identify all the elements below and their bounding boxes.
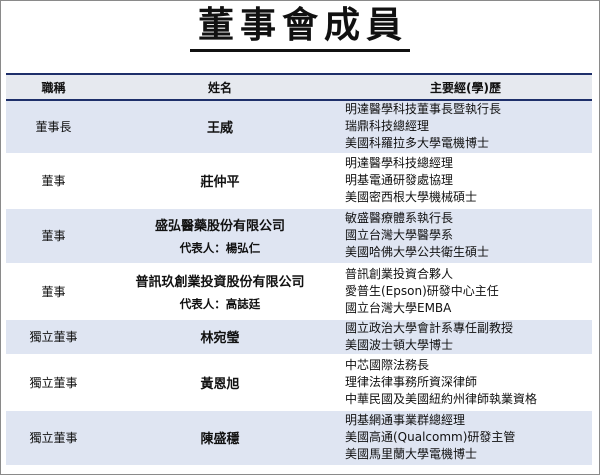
member-experience: 中芯國際法務長理律法律事務所資深律師中華民國及美國紐約州律師執業資格	[339, 354, 592, 411]
member-representative: 代表人：高誌廷	[179, 296, 261, 311]
member-experience: 明達醫學科技董事長暨執行長 瑞鼎科技總經理美國科羅拉多大學電機博士	[339, 100, 592, 154]
experience-line: 明達醫學科技董事長暨執行長	[345, 102, 502, 117]
experience-line: 美國馬里蘭大學電機博士	[345, 447, 478, 461]
member-role: 董事長	[6, 100, 101, 154]
table-row: 獨立董事 林宛瑩 國立政治大學會計系專任副教授 美國波士頓大學博士	[6, 319, 592, 355]
table-header-row: 職稱 姓名 主要經(學)歷	[6, 73, 592, 101]
experience-line: 國立台灣大學EMBA	[345, 300, 452, 315]
table-row: 董事 莊仲平 明達醫學科技總經理 明基電通研發處協理美國密西根大學機械碩士	[6, 153, 592, 209]
table-row: 獨立董事 陳盛穩 明基網通事業群總經理美國高通(Qualcomm)研發主管 美國馬里蘭…	[6, 410, 592, 466]
member-representative: 代表人：楊弘仁	[179, 241, 261, 255]
member-role: 獨立董事	[6, 319, 101, 355]
member-name-cell: 林宛瑩	[101, 319, 339, 355]
experience-line: 美國科羅拉多大學電機博士	[345, 136, 490, 151]
experience-line: 明基電通研發處協理	[345, 173, 454, 187]
member-name: 盛弘醫藥股份有限公司	[154, 219, 285, 234]
member-name: 陳盛穩	[200, 432, 240, 447]
member-name: 林宛瑩	[200, 331, 240, 346]
member-role: 董事	[6, 153, 101, 209]
member-name-cell: 王威	[101, 100, 339, 154]
experience-line: 愛普生(Epson)研發中心主任	[345, 283, 499, 298]
member-name: 普訊玖創業投資股份有限公司	[135, 274, 305, 290]
experience-line: 國立台灣大學醫學系	[345, 228, 454, 242]
member-name-cell: 普訊玖創業投資股份有限公司 代表人：高誌廷	[101, 263, 339, 320]
member-name-cell: 莊仲平	[101, 153, 339, 209]
member-role: 董事	[6, 263, 101, 320]
member-name: 王威	[206, 121, 233, 137]
table-row: 獨立董事 黃恩旭 中芯國際法務長理律法律事務所資深律師中華民國及美國紐約州律師執業資…	[6, 354, 592, 411]
member-experience: 國立政治大學會計系專任副教授 美國波士頓大學博士	[339, 319, 592, 355]
member-name-cell: 黃恩旭	[101, 354, 339, 411]
member-experience: 普訊創業投資合夥人愛普生(Epson)研發中心主任 國立台灣大學EMBA	[339, 263, 592, 320]
experience-line: 美國高通(Qualcomm)研發主管	[345, 430, 516, 444]
header-name: 姓名	[101, 73, 339, 101]
header-role: 職稱	[6, 73, 101, 101]
experience-line: 中芯國際法務長	[345, 357, 430, 372]
member-name: 黃恩旭	[200, 376, 240, 392]
member-name: 莊仲平	[200, 175, 240, 190]
table-body: 董事長 王威 明達醫學科技董事長暨執行長 瑞鼎科技總經理美國科羅拉多大學電機博士董事 莊…	[6, 100, 592, 466]
board-members-table: 職稱 姓名 主要經(學)歷 董事長 王威 明達醫學科技董事長暨執行長 瑞鼎科技總經理美…	[6, 73, 592, 466]
experience-line: 明基網通事業群總經理	[345, 413, 466, 427]
member-experience: 明達醫學科技總經理 明基電通研發處協理美國密西根大學機械碩士	[339, 153, 592, 209]
table-row: 董事長 王威 明達醫學科技董事長暨執行長 瑞鼎科技總經理美國科羅拉多大學電機博士	[6, 100, 592, 154]
member-name-cell: 陳盛穩	[101, 410, 339, 466]
table-row: 董事 盛弘醫藥股份有限公司 代表人：楊弘仁 敏盛醫療體系執行長 國立台灣大學醫學系 美國哈…	[6, 208, 592, 264]
experience-line: 明達醫學科技總經理	[345, 156, 454, 170]
member-role: 獨立董事	[6, 410, 101, 466]
experience-line: 美國密西根大學機械碩士	[345, 190, 478, 204]
experience-line: 美國哈佛大學公共衛生碩士	[345, 245, 490, 259]
experience-line: 中華民國及美國紐約州律師執業資格	[345, 391, 538, 406]
experience-line: 理律法律事務所資深律師	[345, 374, 478, 389]
member-experience: 明基網通事業群總經理美國高通(Qualcomm)研發主管 美國馬里蘭大學電機博士	[339, 410, 592, 466]
table-row: 董事 普訊玖創業投資股份有限公司 代表人：高誌廷 普訊創業投資合夥人 愛普生(Epson…	[6, 263, 592, 320]
experience-line: 普訊創業投資合夥人	[345, 266, 454, 281]
experience-line: 敏盛醫療體系執行長	[345, 211, 454, 225]
member-role: 董事	[6, 208, 101, 264]
member-role: 獨立董事	[6, 354, 101, 411]
experience-line: 國立政治大學會計系專任副教授	[345, 320, 514, 335]
page-title: 董事會成員	[189, 4, 410, 52]
member-name-cell: 盛弘醫藥股份有限公司 代表人：楊弘仁	[101, 208, 339, 264]
experience-line: 瑞鼎科技總經理	[345, 119, 430, 134]
member-experience: 敏盛醫療體系執行長 國立台灣大學醫學系美國哈佛大學公共衛生碩士	[339, 208, 592, 264]
title-container: 董事會成員	[0, 4, 600, 52]
experience-line: 美國波士頓大學博士	[345, 337, 454, 352]
header-experience: 主要經(學)歷	[339, 73, 592, 101]
